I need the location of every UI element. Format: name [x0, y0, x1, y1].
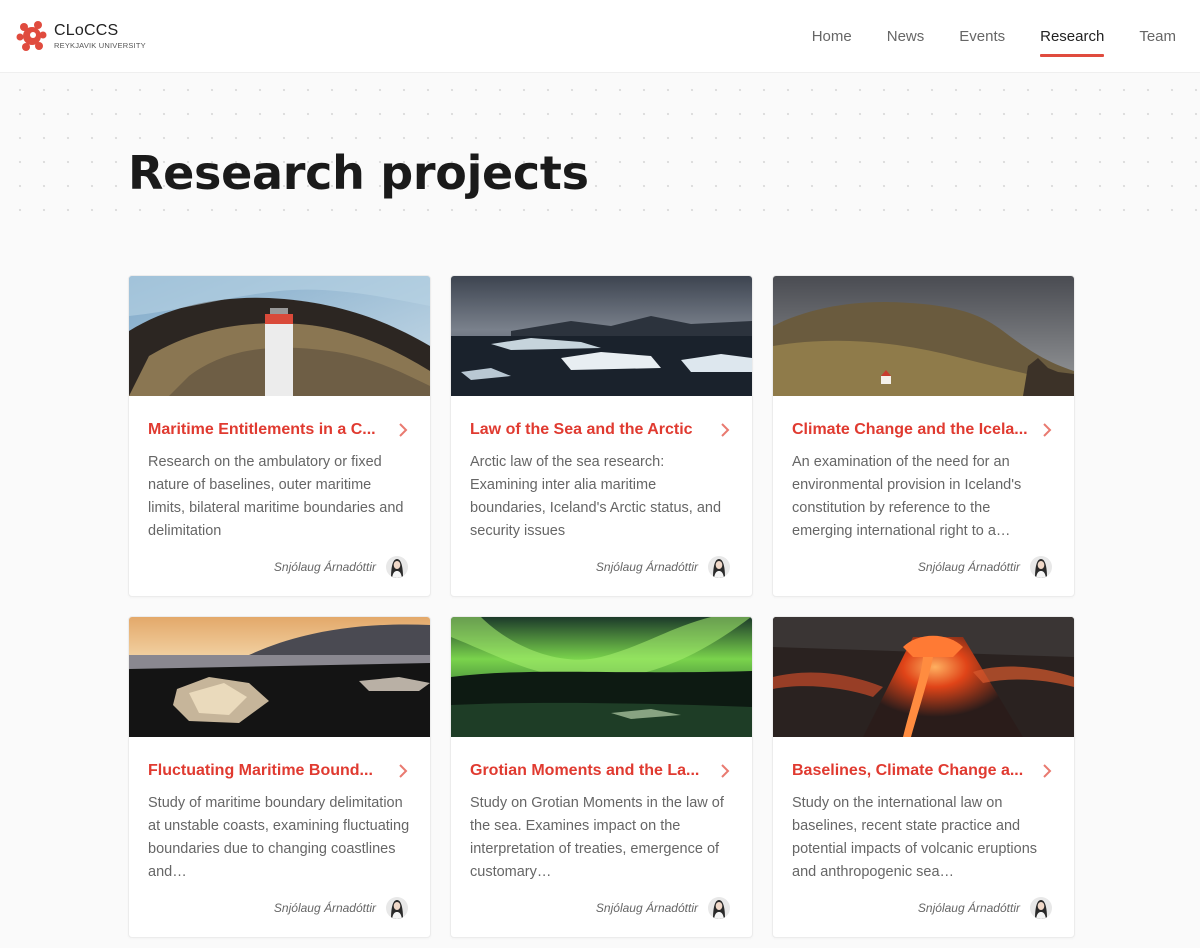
author-avatar: [1030, 556, 1052, 578]
brand-name: CLoCCS: [54, 21, 119, 39]
project-card-law-of-sea-arctic[interactable]: Law of the Sea and the Arctic Arctic law…: [450, 275, 753, 597]
card-image-lighthouse: [129, 276, 430, 396]
nav-research[interactable]: Research: [1040, 22, 1105, 57]
card-title[interactable]: Law of the Sea and the Arctic: [470, 421, 706, 439]
card-image-ice-lagoon: [451, 276, 752, 396]
chevron-right-icon[interactable]: [396, 422, 410, 438]
card-image-volcano: [773, 617, 1074, 737]
nav-events[interactable]: Events: [959, 22, 1005, 51]
chevron-right-icon[interactable]: [1040, 422, 1054, 438]
card-description: Study on Grotian Moments in the law of t…: [470, 795, 724, 880]
card-title[interactable]: Fluctuating Maritime Bound...: [148, 762, 384, 780]
card-description: Research on the ambulatory or fixed natu…: [148, 454, 404, 539]
project-card-maritime-entitlements[interactable]: Maritime Entitlements in a C... Research…: [128, 275, 431, 597]
card-title[interactable]: Maritime Entitlements in a C...: [148, 421, 384, 439]
author-avatar: [1030, 897, 1052, 919]
author-avatar: [386, 897, 408, 919]
logo-icon: [16, 21, 47, 51]
card-image-ice-beach: [129, 617, 430, 737]
card-author: Snjólaug Árnadóttir: [274, 556, 408, 578]
card-description: Study on the international law on baseli…: [792, 795, 1038, 880]
card-image-mountain-church: [773, 276, 1074, 396]
author-name: Snjólaug Árnadóttir: [273, 901, 376, 915]
author-avatar: [708, 897, 730, 919]
card-description: Study of maritime boundary delimitation …: [148, 795, 410, 880]
author-name: Snjólaug Árnadóttir: [273, 560, 376, 574]
card-author: Snjólaug Árnadóttir: [596, 556, 730, 578]
card-title[interactable]: Baselines, Climate Change a...: [792, 762, 1028, 780]
nav-team[interactable]: Team: [1139, 22, 1176, 51]
author-name: Snjólaug Árnadóttir: [917, 901, 1020, 915]
card-image-aurora: [451, 617, 752, 737]
main-nav: Home News Events Research Team: [777, 0, 1176, 72]
card-author: Snjólaug Árnadóttir: [274, 897, 408, 919]
chevron-right-icon[interactable]: [1040, 763, 1054, 779]
nav-home[interactable]: Home: [812, 22, 852, 51]
brand-subtitle: REYKJAVIK UNIVERSITY: [54, 40, 146, 50]
project-card-climate-change-iceland[interactable]: Climate Change and the Icela... An exami…: [772, 275, 1075, 597]
author-name: Snjólaug Árnadóttir: [917, 560, 1020, 574]
site-header: CLoCCS REYKJAVIK UNIVERSITY Home News Ev…: [0, 0, 1200, 73]
chevron-right-icon[interactable]: [718, 422, 732, 438]
project-card-baselines-climate-change[interactable]: Baselines, Climate Change a... Study on …: [772, 616, 1075, 938]
card-description: Arctic law of the sea research: Examinin…: [470, 454, 722, 539]
card-title[interactable]: Climate Change and the Icela...: [792, 421, 1028, 439]
site-logo[interactable]: CLoCCS REYKJAVIK UNIVERSITY: [16, 18, 176, 54]
card-description: An examination of the need for an enviro…: [792, 454, 1022, 539]
chevron-right-icon[interactable]: [718, 763, 732, 779]
card-author: Snjólaug Árnadóttir: [596, 897, 730, 919]
card-title[interactable]: Grotian Moments and the La...: [470, 762, 706, 780]
project-card-fluctuating-boundaries[interactable]: Fluctuating Maritime Bound... Study of m…: [128, 616, 431, 938]
page-title: Research projects: [128, 146, 589, 200]
card-author: Snjólaug Árnadóttir: [918, 897, 1052, 919]
author-name: Snjólaug Árnadóttir: [595, 901, 698, 915]
card-author: Snjólaug Árnadóttir: [918, 556, 1052, 578]
author-name: Snjólaug Árnadóttir: [595, 560, 698, 574]
project-card-grotian-moments[interactable]: Grotian Moments and the La... Study on G…: [450, 616, 753, 938]
chevron-right-icon[interactable]: [396, 763, 410, 779]
author-avatar: [386, 556, 408, 578]
nav-news[interactable]: News: [887, 22, 925, 51]
author-avatar: [708, 556, 730, 578]
